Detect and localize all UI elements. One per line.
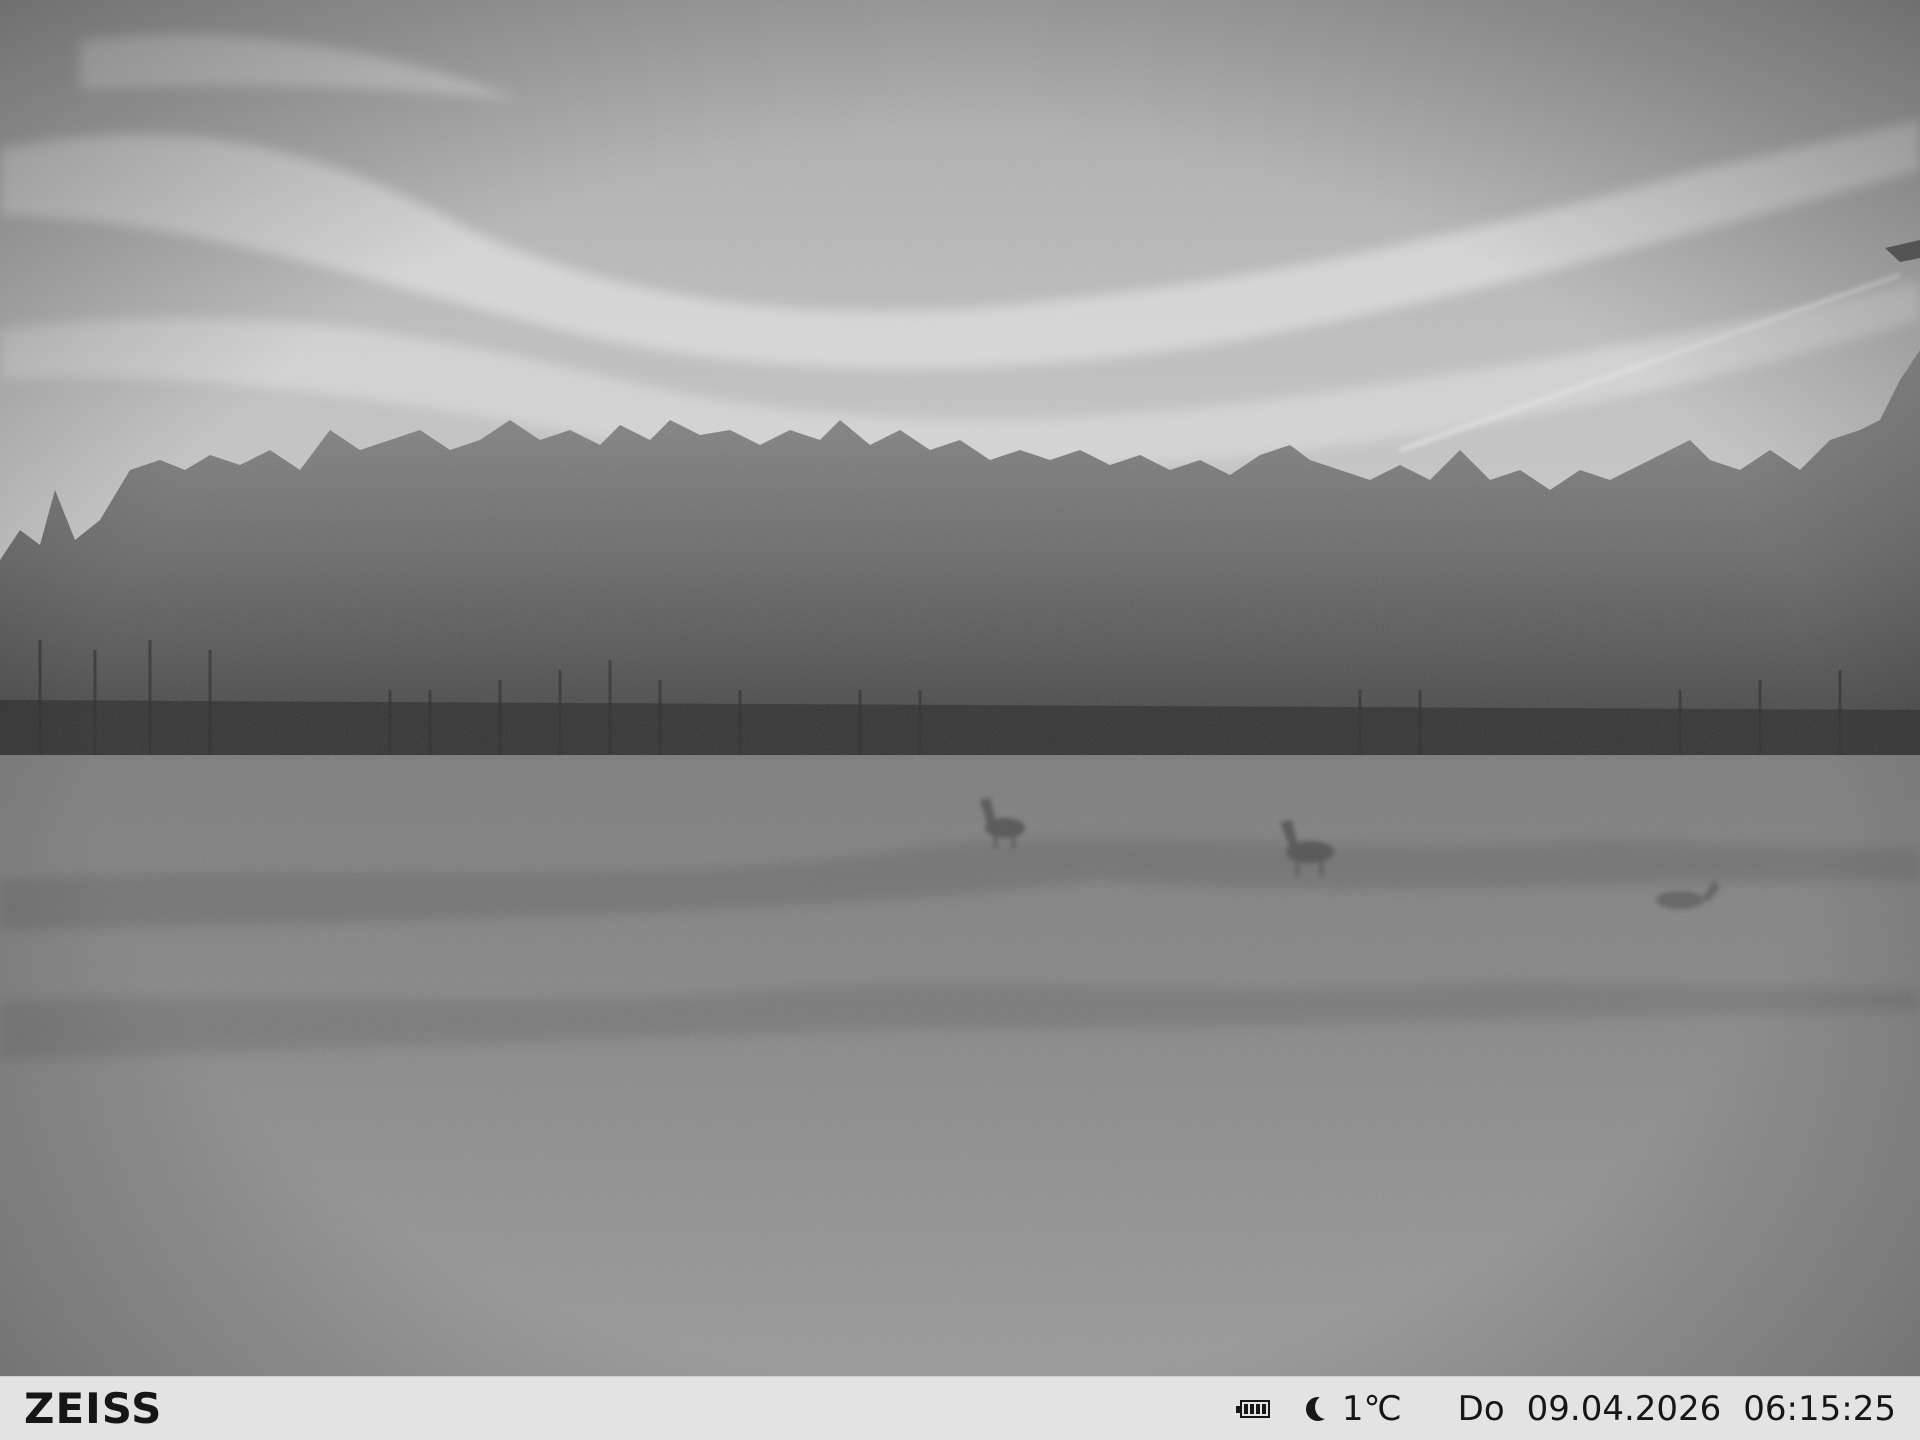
capture-date: 09.04.2026 xyxy=(1526,1389,1722,1429)
camera-status: 1℃ Do 09.04.2026 06:15:25 xyxy=(1235,1387,1896,1431)
moon-icon xyxy=(1305,1395,1337,1421)
trail-camera-scene xyxy=(0,0,1920,1376)
capture-time: 06:15:25 xyxy=(1743,1389,1896,1429)
camera-info-bar: ZEISS 1℃ Do 09.04.2026 06:15:25 xyxy=(0,1376,1920,1440)
weekday-label: Do xyxy=(1457,1389,1505,1429)
temperature-reading: 1℃ xyxy=(1341,1389,1402,1429)
battery-icon xyxy=(1235,1400,1270,1418)
brand-logo: ZEISS xyxy=(24,1384,163,1433)
trail-camera-photo: ZEISS 1℃ Do 09.04.2026 06:15:25 xyxy=(0,0,1920,1440)
